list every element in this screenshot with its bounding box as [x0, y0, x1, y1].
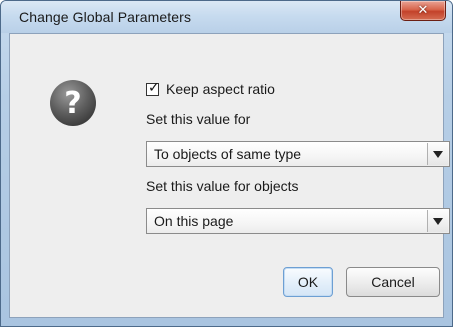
ok-button[interactable]: OK [283, 267, 333, 297]
close-button[interactable]: ✕ [400, 1, 446, 21]
question-icon: ? [50, 80, 96, 126]
set-value-for-objects-selected: On this page [154, 213, 234, 229]
chevron-down-icon [433, 151, 443, 158]
keep-aspect-ratio-checkbox[interactable]: ✓ [146, 79, 160, 96]
window-title: Change Global Parameters [19, 9, 192, 25]
dialog-window: Change Global Parameters ✕ ? ✓ Keep aspe… [0, 0, 453, 327]
set-value-for-dropdown-button[interactable] [427, 143, 448, 165]
set-value-for-objects-label: Set this value for objects [146, 178, 299, 194]
chevron-down-icon [433, 218, 443, 225]
set-value-for-label: Set this value for [146, 111, 251, 127]
set-value-for-objects-select[interactable]: On this page [146, 208, 450, 234]
keep-aspect-ratio-row: ✓ Keep aspect ratio [146, 80, 275, 98]
check-icon: ✓ [148, 79, 160, 96]
keep-aspect-ratio-label[interactable]: Keep aspect ratio [166, 81, 275, 97]
set-value-for-objects-dropdown-button[interactable] [427, 210, 448, 232]
cancel-button[interactable]: Cancel [346, 267, 440, 297]
svg-text:?: ? [64, 86, 81, 121]
title-bar[interactable]: Change Global Parameters ✕ [1, 1, 452, 33]
set-value-for-select[interactable]: To objects of same type [146, 141, 450, 167]
set-value-for-selected: To objects of same type [154, 146, 302, 162]
close-icon: ✕ [417, 3, 429, 18]
dialog-content: ? ✓ Keep aspect ratio Set this value for… [9, 33, 450, 318]
